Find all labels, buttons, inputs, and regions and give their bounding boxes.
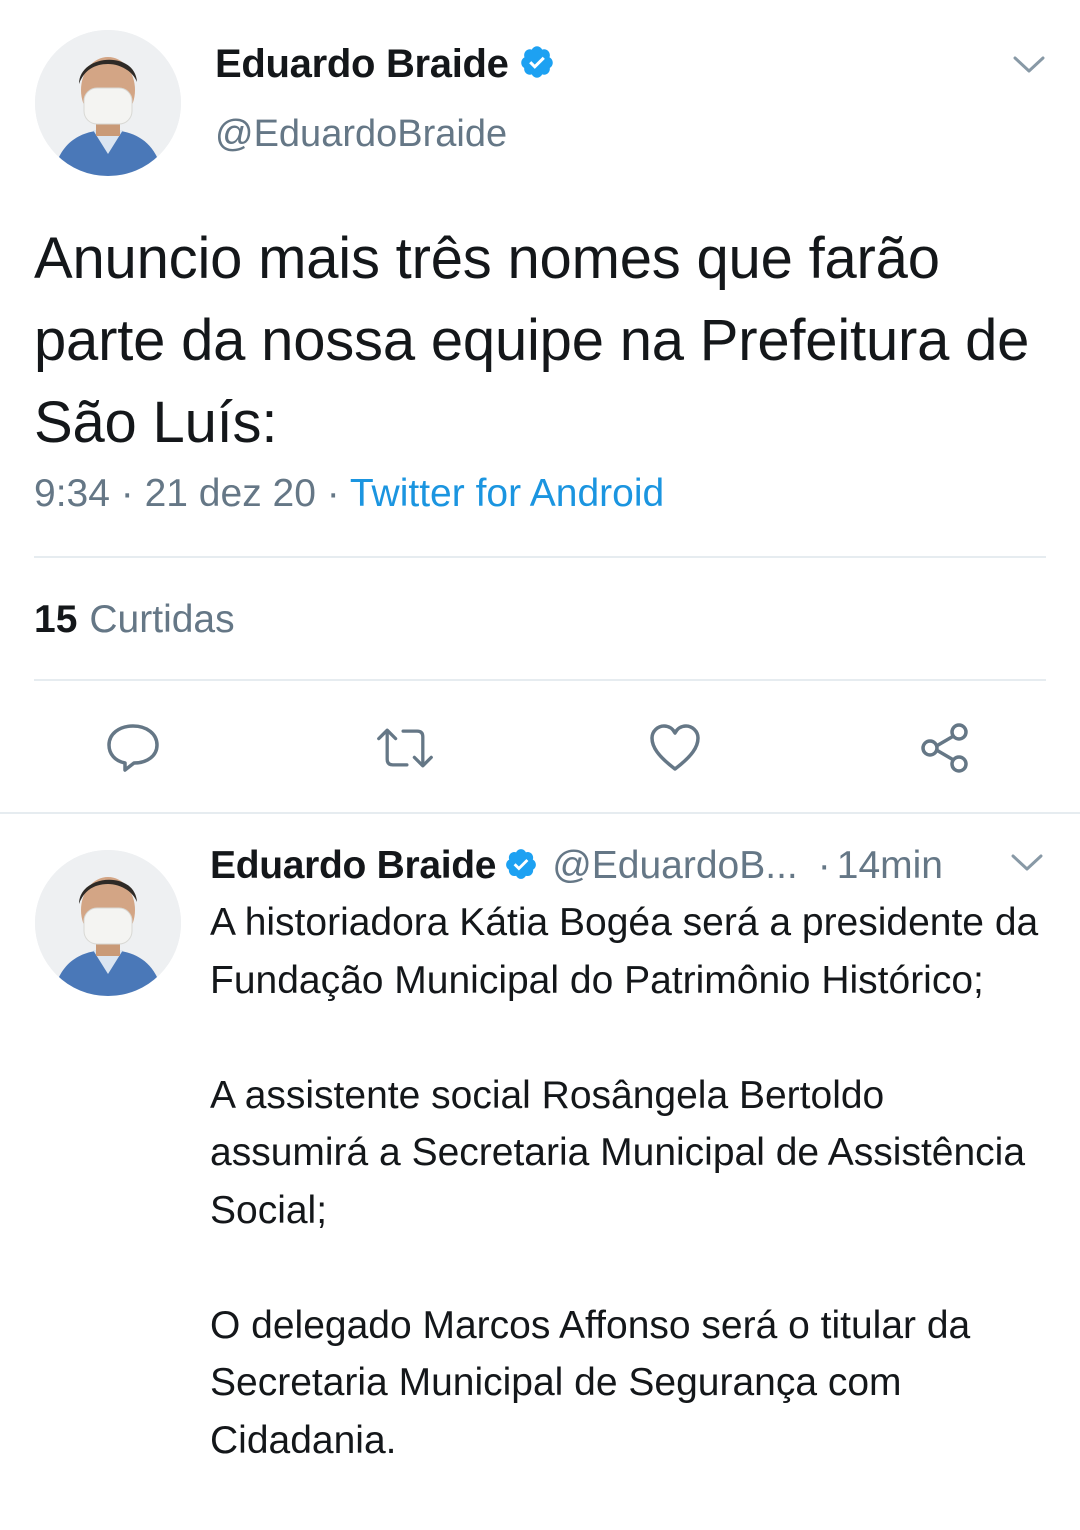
like-button[interactable] — [645, 718, 705, 778]
reply-button[interactable] — [103, 718, 163, 778]
share-icon — [921, 723, 968, 773]
verified-badge-icon — [519, 44, 555, 85]
avatar[interactable] — [35, 30, 181, 176]
divider — [34, 679, 1046, 681]
retweet-button[interactable] — [375, 718, 435, 778]
section-divider — [0, 812, 1080, 814]
tweet-text: Anuncio mais três nomes que farão parte … — [34, 226, 1030, 455]
tweet-paragraph: O delegado Marcos Affonso será o titular… — [210, 1303, 971, 1462]
tweet-detail-page: Eduardo Braide @EduardoBraide Anuncio ma… — [0, 0, 1080, 1530]
tweet-time: 9:34 — [34, 472, 110, 515]
likes-stat[interactable]: 15 Curtidas — [34, 598, 235, 642]
likes-label: Curtidas — [89, 598, 235, 641]
chevron-down-icon[interactable] — [1010, 852, 1044, 879]
divider — [34, 556, 1046, 558]
tweet-paragraph: A historiadora Kátia Bogéa será a presid… — [210, 901, 1039, 1002]
tweet-source-link[interactable]: Twitter for Android — [350, 472, 664, 515]
heart-icon — [650, 724, 700, 771]
tweet-text: A historiadora Kátia Bogéa será a presid… — [210, 894, 1050, 1469]
avatar-photo — [35, 850, 181, 996]
tweet-time[interactable]: 14min — [837, 844, 943, 888]
author-name[interactable]: Eduardo Braide — [210, 844, 496, 888]
avatar-photo — [35, 30, 181, 176]
meta-separator: · — [326, 472, 340, 515]
chevron-down-icon[interactable] — [1012, 54, 1046, 81]
reply-header: Eduardo Braide @EduardoB... · 14min — [210, 838, 990, 894]
tweet-paragraph: A assistente social Rosângela Bertoldo a… — [210, 1073, 1026, 1232]
avatar[interactable] — [35, 850, 181, 996]
author-info: Eduardo Braide — [215, 42, 555, 87]
reply-icon — [107, 724, 159, 772]
meta-separator: · — [120, 472, 134, 515]
tweet-date: 21 dez 20 — [144, 472, 316, 515]
author-handle[interactable]: @EduardoBraide — [215, 113, 507, 156]
verified-badge-icon — [504, 847, 538, 886]
retweet-icon — [377, 728, 433, 768]
author-handle[interactable]: @EduardoB... — [552, 844, 798, 888]
share-button[interactable] — [915, 718, 975, 778]
tweet-metadata: 9:34 · 21 dez 20 · Twitter for Android — [34, 472, 664, 516]
likes-count: 15 — [34, 598, 78, 641]
author-name[interactable]: Eduardo Braide — [215, 42, 509, 87]
meta-separator: · — [817, 844, 831, 887]
